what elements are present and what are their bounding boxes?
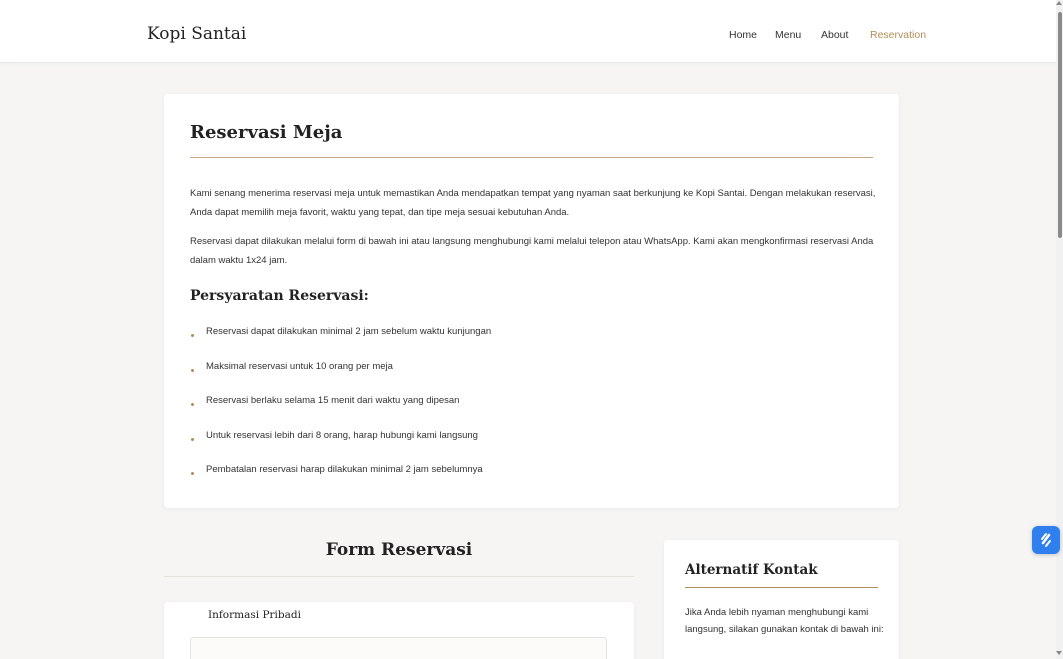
reservation-form-card: Informasi Pribadi — [164, 602, 634, 659]
requirements-list: Reservasi dapat dilakukan minimal 2 jam … — [190, 326, 491, 499]
bullet-icon — [191, 437, 194, 441]
nav-link-home[interactable]: Home — [729, 29, 757, 41]
form-heading: Form Reservasi — [325, 540, 473, 560]
requirement-text: Untuk reservasi lebih dari 8 orang, hara… — [206, 429, 478, 441]
alternative-contact-divider — [685, 587, 878, 588]
reservation-info-card: Reservasi Meja Kami senang menerima rese… — [164, 94, 899, 508]
requirement-text: Reservasi berlaku selama 15 menit dari w… — [206, 395, 460, 406]
list-item: Reservasi dapat dilakukan minimal 2 jam … — [190, 326, 491, 361]
scroll-down-arrow[interactable] — [1056, 651, 1062, 655]
brand-logo[interactable]: Kopi Santai — [147, 24, 246, 44]
requirements-title: Persyaratan Reservasi: — [190, 288, 369, 304]
alternative-contact-card: Alternatif Kontak Jika Anda lebih nyaman… — [664, 540, 899, 659]
list-item: Maksimal reservasi untuk 10 orang per me… — [190, 361, 491, 396]
list-item: Untuk reservasi lebih dari 8 orang, hara… — [190, 430, 491, 465]
scrollbar-thumb[interactable] — [1058, 12, 1062, 238]
nav-link-reservation[interactable]: Reservation — [870, 29, 926, 41]
form-heading-divider — [164, 576, 634, 577]
personal-info-fieldset — [190, 637, 607, 659]
nav-link-about[interactable]: About — [821, 29, 848, 41]
navbar: Kopi Santai Home Menu About Reservation — [0, 0, 1063, 63]
extension-icon — [1041, 533, 1051, 547]
alternative-contact-text: Jika Anda lebih nyaman menghubungi kami … — [685, 607, 884, 635]
scroll-up-arrow[interactable] — [1056, 1, 1062, 5]
bullet-icon — [191, 403, 194, 406]
reservation-method-paragraph: Reservasi dapat dilakukan melalui form d… — [190, 236, 874, 266]
list-item: Pembatalan reservasi harap dilakukan min… — [190, 464, 491, 499]
page-title: Reservasi Meja — [190, 122, 343, 143]
title-divider — [190, 157, 873, 158]
floating-extension-button[interactable] — [1032, 526, 1060, 554]
bullet-icon — [191, 472, 194, 475]
personal-info-legend: Informasi Pribadi — [200, 609, 309, 621]
scrollbar[interactable] — [1056, 0, 1063, 659]
list-item: Reservasi berlaku selama 15 menit dari w… — [190, 395, 491, 430]
requirement-text: Pembatalan reservasi harap dilakukan min… — [206, 464, 483, 475]
requirement-text: Maksimal reservasi untuk 10 orang per me… — [206, 360, 393, 372]
alternative-contact-title: Alternatif Kontak — [685, 562, 818, 578]
intro-paragraph: Kami senang menerima reservasi meja untu… — [190, 188, 876, 218]
bullet-icon — [191, 334, 194, 337]
requirement-text: Reservasi dapat dilakukan minimal 2 jam … — [206, 326, 492, 337]
nav-link-menu[interactable]: Menu — [775, 29, 801, 41]
bullet-icon — [191, 368, 194, 372]
